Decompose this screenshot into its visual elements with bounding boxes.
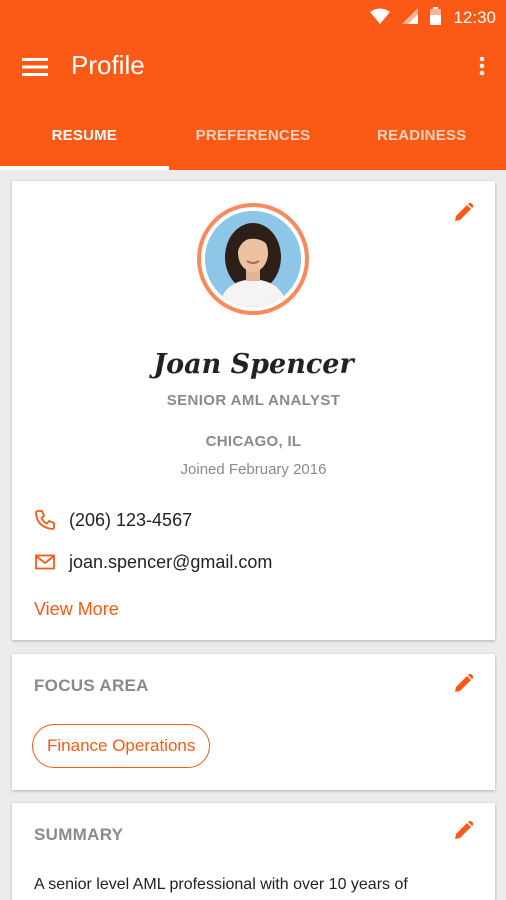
avatar-ring bbox=[197, 203, 309, 315]
tab-bar: RESUME PREFERENCES READINESS bbox=[0, 100, 506, 170]
focus-area-card: FOCUS AREA Finance Operations bbox=[12, 654, 495, 790]
app-bar: 12:30 Profile RESUME PREFERENCES READINE… bbox=[0, 0, 506, 170]
pencil-icon bbox=[455, 201, 474, 226]
summary-title: SUMMARY bbox=[34, 825, 124, 844]
focus-area-title: FOCUS AREA bbox=[34, 676, 149, 695]
joined-date: Joined February 2016 bbox=[180, 461, 327, 478]
menu-button[interactable] bbox=[18, 54, 52, 84]
view-more-link[interactable]: View More bbox=[34, 599, 119, 620]
status-time: 12:30 bbox=[453, 8, 496, 27]
phone-row[interactable]: (206) 123-4567 bbox=[34, 507, 192, 533]
envelope-icon bbox=[34, 551, 56, 573]
overflow-menu-button[interactable] bbox=[470, 52, 494, 84]
pencil-icon bbox=[455, 819, 474, 844]
status-bar: 12:30 bbox=[0, 0, 506, 36]
summary-card: SUMMARY A senior level AML professional … bbox=[12, 803, 495, 900]
edit-summary-button[interactable] bbox=[453, 819, 475, 844]
battery-icon bbox=[430, 6, 442, 30]
edit-profile-button[interactable] bbox=[453, 201, 475, 226]
edit-focus-area-button[interactable] bbox=[453, 672, 475, 697]
pencil-icon bbox=[455, 672, 474, 697]
hamburger-menu-icon bbox=[22, 57, 48, 81]
page-title: Profile bbox=[71, 50, 145, 80]
job-title: SENIOR AML ANALYST bbox=[166, 392, 341, 409]
focus-area-chip[interactable]: Finance Operations bbox=[32, 724, 211, 768]
tab-preferences[interactable]: PREFERENCES bbox=[169, 100, 338, 170]
location: CHICAGO, IL bbox=[205, 433, 302, 450]
wifi-icon bbox=[370, 8, 391, 29]
phone-number: (206) 123-4567 bbox=[69, 509, 193, 530]
profile-card: Joan Spencer SENIOR AML ANALYST CHICAGO,… bbox=[12, 181, 495, 640]
avatar bbox=[205, 211, 301, 307]
cell-signal-icon bbox=[402, 7, 419, 29]
summary-text: A senior level AML professional with ove… bbox=[34, 876, 408, 893]
more-vertical-icon bbox=[479, 56, 485, 81]
tab-resume[interactable]: RESUME bbox=[0, 100, 169, 170]
email-address: joan.spencer@gmail.com bbox=[69, 551, 273, 572]
email-row[interactable]: joan.spencer@gmail.com bbox=[34, 549, 272, 575]
phone-icon bbox=[34, 509, 56, 531]
profile-name: Joan Spencer bbox=[153, 349, 354, 380]
toolbar: Profile bbox=[0, 36, 506, 100]
status-icons: 12:30 bbox=[370, 6, 496, 30]
tab-readiness[interactable]: READINESS bbox=[337, 100, 506, 170]
